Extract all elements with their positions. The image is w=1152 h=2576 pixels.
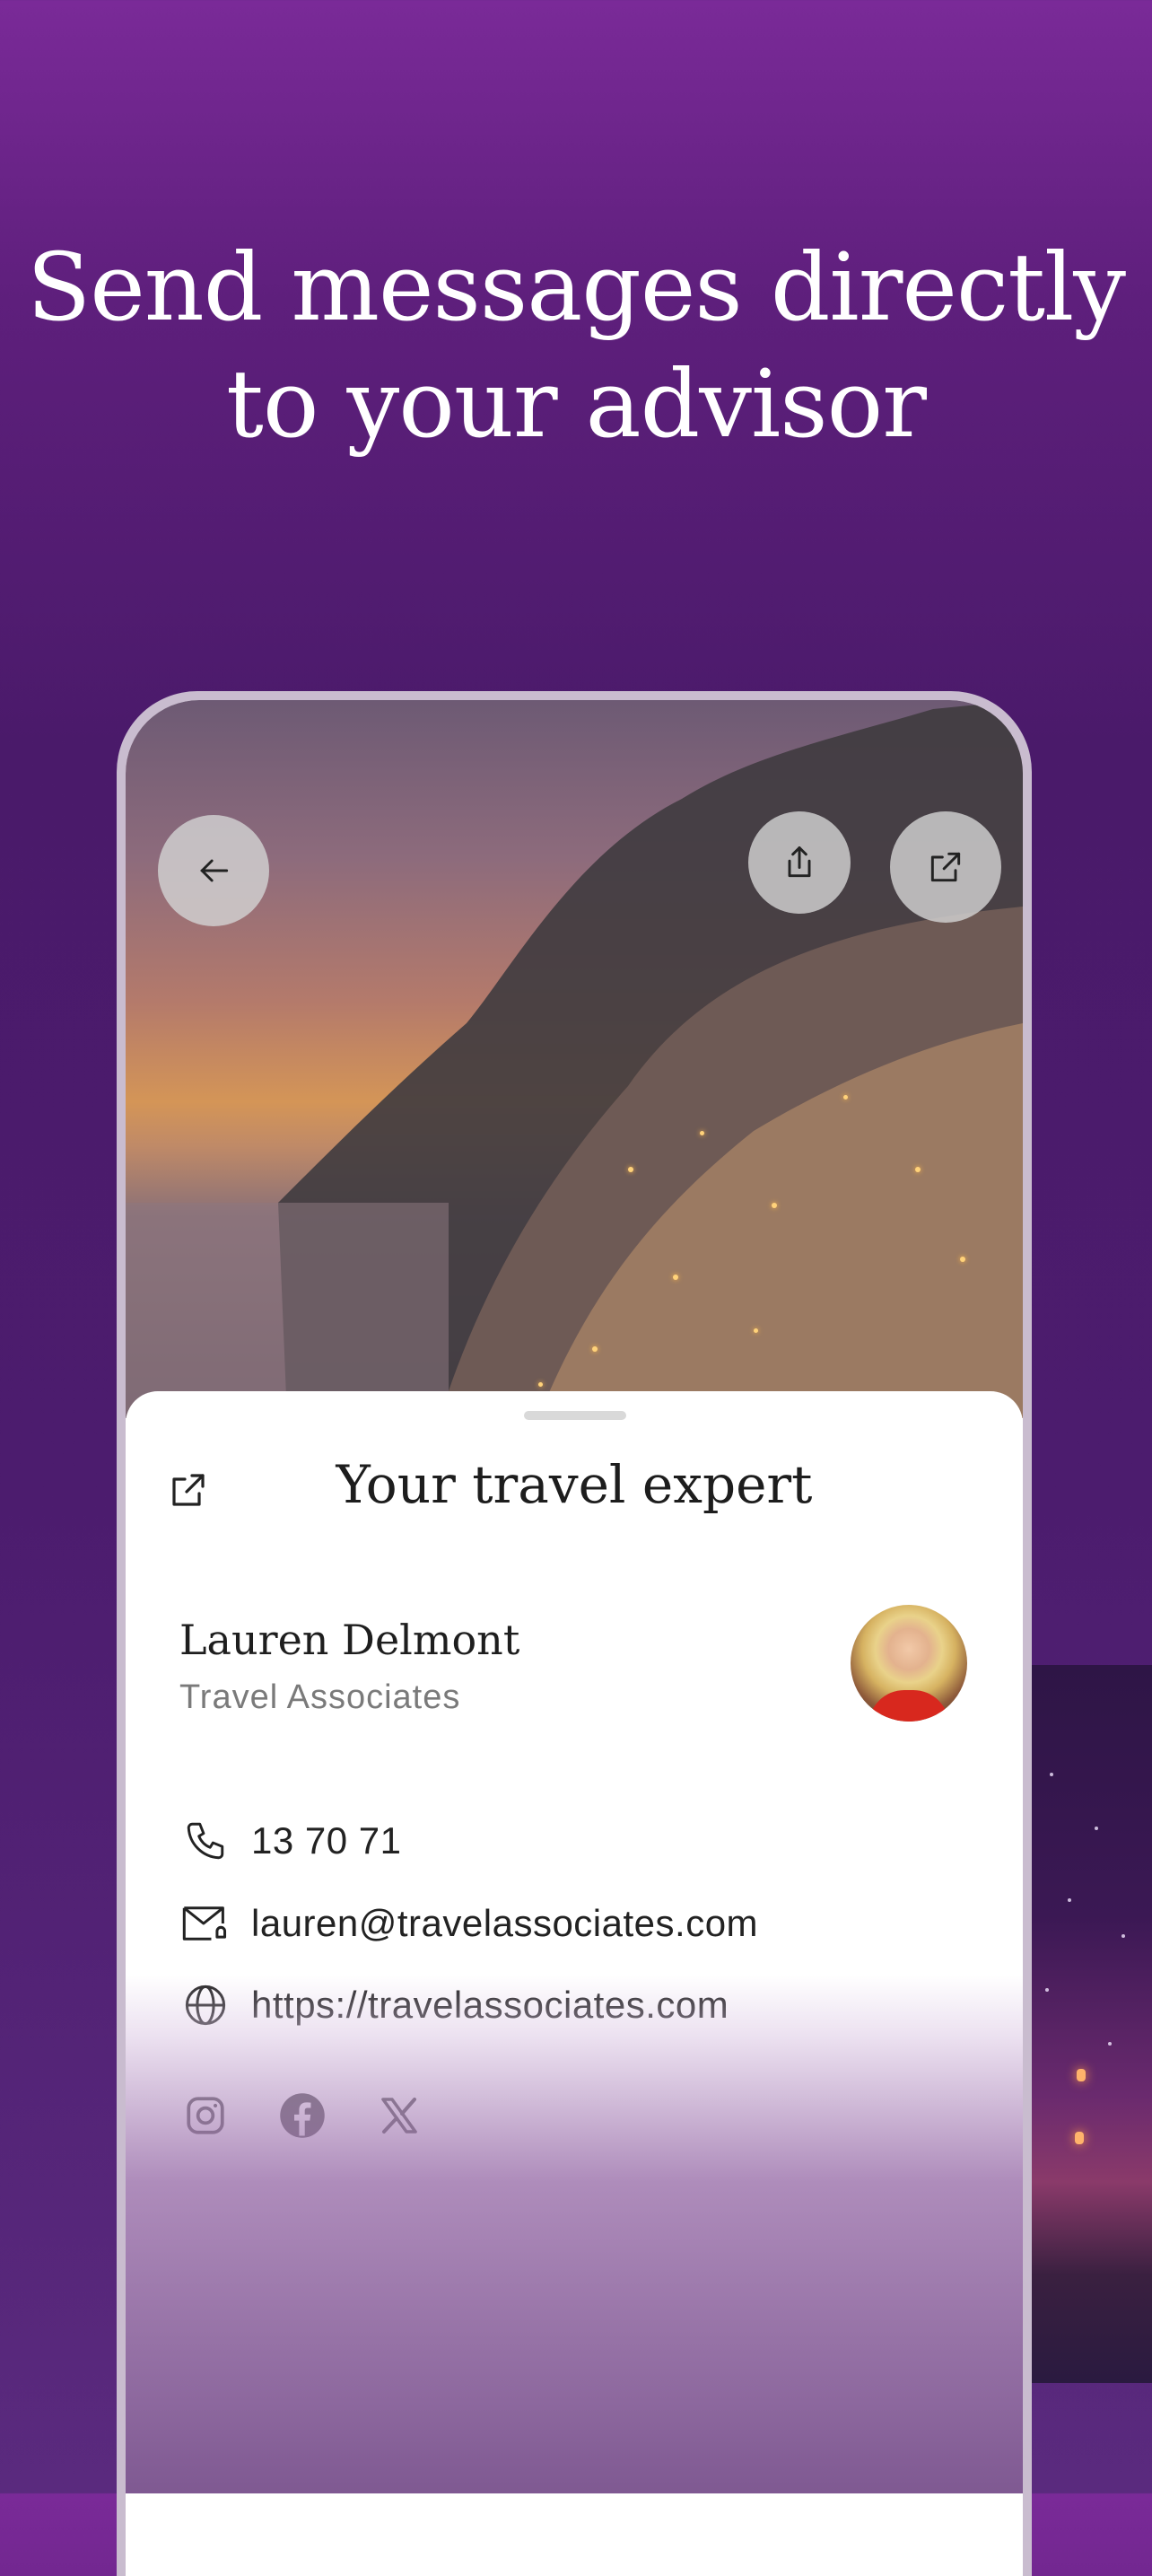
advisor-sheet: Your travel expert Lauren Delmont Travel…	[126, 1391, 1023, 2576]
instagram-button[interactable]	[179, 2090, 231, 2142]
phone-icon	[187, 1822, 224, 1860]
external-link-icon	[930, 852, 961, 882]
facebook-icon	[280, 2093, 325, 2138]
back-button[interactable]	[158, 815, 269, 926]
social-links	[179, 2090, 470, 2142]
x-button[interactable]	[373, 2090, 425, 2142]
side-photo	[1032, 1665, 1152, 2383]
mail-icon	[182, 1906, 227, 1941]
phone-number: 13 70 71	[251, 1819, 402, 1862]
share-button[interactable]	[748, 811, 851, 914]
globe-icon	[185, 1985, 226, 2026]
sheet-title: Your travel expert	[336, 1454, 813, 1515]
phone-mockup: Your travel expert Lauren Delmont Travel…	[117, 691, 1032, 2576]
website-row[interactable]: https://travelassociates.com	[179, 1979, 729, 2031]
headline-line-1: Send messages directly	[26, 232, 1126, 342]
sheet-grabber[interactable]	[524, 1411, 626, 1420]
email-row[interactable]: lauren@travelassociates.com	[179, 1897, 758, 1950]
advisor-name: Lauren Delmont	[179, 1616, 520, 1664]
hero-photo	[126, 700, 1023, 1418]
headline: Send messages directly to your advisor	[0, 229, 1152, 462]
website-url: https://travelassociates.com	[251, 1984, 729, 2026]
arrow-left-icon	[200, 859, 229, 882]
phone-row[interactable]: 13 70 71	[179, 1815, 402, 1867]
instagram-icon	[187, 2097, 224, 2134]
avatar	[851, 1605, 967, 1722]
headline-line-2: to your advisor	[226, 349, 927, 459]
open-external-button[interactable]	[890, 811, 1001, 923]
share-icon	[788, 846, 811, 878]
facebook-button[interactable]	[276, 2090, 328, 2142]
advisor-company: Travel Associates	[179, 1678, 461, 1716]
email-address: lauren@travelassociates.com	[251, 1902, 759, 1944]
x-icon	[381, 2098, 417, 2134]
